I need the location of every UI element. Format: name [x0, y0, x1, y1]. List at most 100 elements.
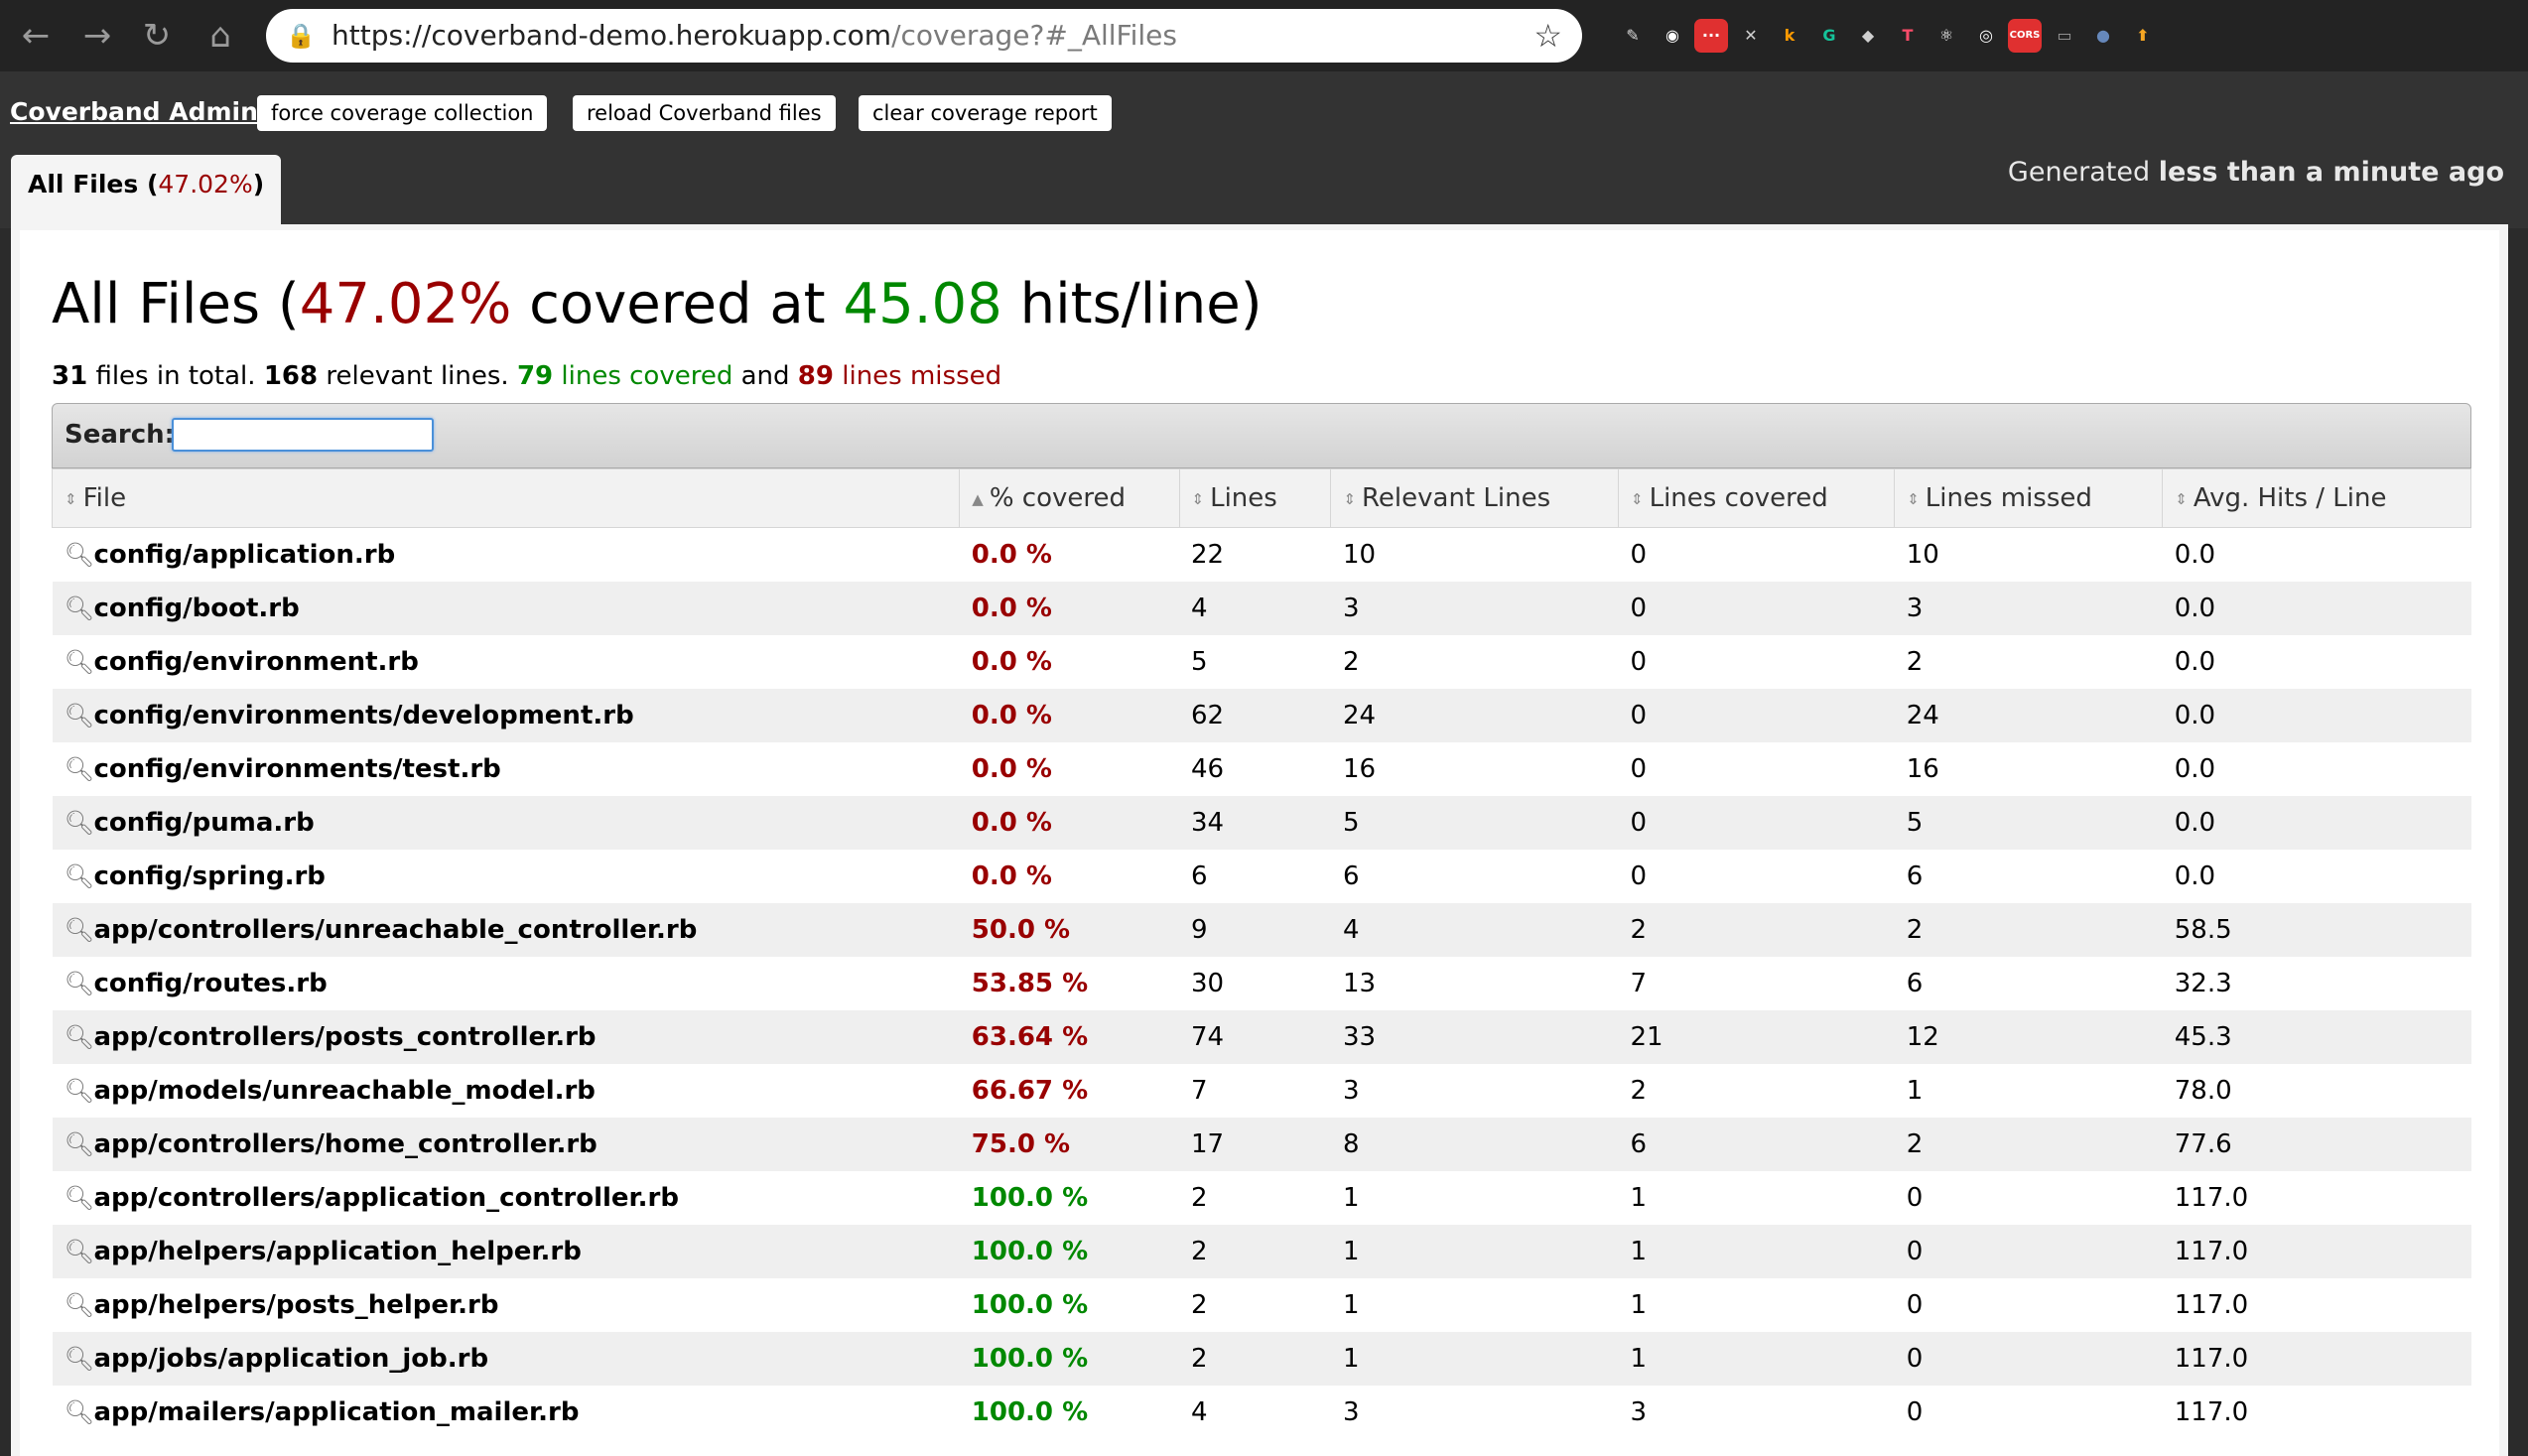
back-arrow-icon[interactable]: ←: [14, 14, 58, 58]
file-link[interactable]: app/models/unreachable_model.rb: [94, 1076, 596, 1106]
cell-lines: 30: [1179, 957, 1331, 1010]
column-header-file-label: File: [82, 483, 127, 513]
table-row: 🔍︎config/routes.rb 53.85 % 30 13 7 6 32.3: [52, 957, 2471, 1010]
extension-icon-2[interactable]: ◉: [1656, 19, 1689, 53]
file-link[interactable]: app/jobs/application_job.rb: [94, 1344, 489, 1374]
cell-avg: 78.0: [2162, 1064, 2471, 1118]
cell-covered: 0: [1618, 850, 1895, 903]
home-icon[interactable]: ⌂: [199, 14, 242, 58]
cell-file: 🔍︎config/spring.rb: [52, 850, 960, 903]
extension-icon-6[interactable]: G: [1812, 19, 1846, 53]
cell-covered: 1: [1618, 1225, 1895, 1278]
column-header-lines-missed[interactable]: ⇕ Lines missed: [1894, 468, 2164, 528]
cell-avg: 77.6: [2162, 1118, 2471, 1171]
cell-pct: 0.0 %: [959, 689, 1180, 742]
column-header-percent-covered[interactable]: ▲ % covered: [959, 468, 1180, 528]
cell-covered: 3: [1618, 1386, 1895, 1439]
file-link[interactable]: config/routes.rb: [94, 969, 328, 998]
cell-avg: 117.0: [2162, 1225, 2471, 1278]
file-link[interactable]: app/controllers/application_controller.r…: [94, 1183, 679, 1213]
column-header-relevant-lines[interactable]: ⇕ Relevant Lines: [1330, 468, 1619, 528]
extension-icon-7[interactable]: ◆: [1851, 19, 1885, 53]
cell-file: 🔍︎app/helpers/application_helper.rb: [52, 1225, 960, 1278]
extension-icon-3[interactable]: ···: [1694, 19, 1728, 53]
page-title: All Files (47.02% covered at 45.08 hits/…: [52, 272, 1263, 336]
column-header-avg-hits[interactable]: ⇕ Avg. Hits / Line: [2162, 468, 2471, 528]
summary-missed-count: 89: [797, 361, 834, 391]
file-link[interactable]: app/helpers/posts_helper.rb: [94, 1290, 499, 1320]
clear-coverage-report-button[interactable]: clear coverage report: [859, 95, 1112, 131]
cell-avg: 0.0: [2162, 635, 2471, 689]
column-header-file[interactable]: ⇕ File: [51, 468, 961, 528]
extension-icon-14[interactable]: ⬆: [2126, 19, 2160, 53]
cell-relevant: 3: [1330, 1064, 1619, 1118]
cell-pct: 0.0 %: [959, 742, 1180, 796]
file-link[interactable]: app/controllers/posts_controller.rb: [94, 1022, 597, 1052]
extension-icon-8[interactable]: T: [1891, 19, 1925, 53]
address-bar-url[interactable]: https://coverband-demo.herokuapp.com/cov…: [332, 9, 1177, 63]
file-link[interactable]: config/puma.rb: [94, 808, 315, 838]
files-table: ⇕ File ▲% covered ⇕ Lines ⇕ Relevant Lines …: [51, 468, 2471, 1439]
file-link[interactable]: app/mailers/application_mailer.rb: [94, 1397, 580, 1427]
cell-avg: 117.0: [2162, 1171, 2471, 1225]
report-sheet: All Files (47.02% covered at 45.08 hits/…: [20, 230, 2499, 1456]
coverband-header: Coverband Admin force coverage collectio…: [0, 71, 2528, 228]
cell-pct: 50.0 %: [959, 903, 1180, 957]
cell-file: 🔍︎config/boot.rb: [52, 582, 960, 635]
force-coverage-collection-button[interactable]: force coverage collection: [257, 95, 548, 131]
files-table-body: 🔍︎config/application.rb 0.0 % 22 10 0 10 0.0 🔍︎…: [52, 527, 2471, 1439]
magnifier-icon: 🔍︎: [64, 702, 94, 729]
tab-all-files[interactable]: All Files (47.02%): [11, 155, 282, 228]
table-row: 🔍︎app/helpers/application_helper.rb 100.0…: [52, 1225, 2471, 1278]
table-row: 🔍︎config/environments/test.rb 0.0 % 46 16 0 1…: [52, 742, 2471, 796]
title-hits-per-line: 45.08: [843, 272, 1002, 336]
extension-icon-5[interactable]: k: [1773, 19, 1806, 53]
coverage-summary: 31 files in total. 168 relevant lines. 7…: [52, 361, 1001, 391]
title-text: All Files: [52, 272, 261, 336]
bookmark-star-icon[interactable]: ☆: [1533, 9, 1562, 63]
address-bar[interactable]: 🔒 https://coverband-demo.herokuapp.com/c…: [266, 9, 1582, 63]
table-row: 🔍︎app/mailers/application_mailer.rb 100.0…: [52, 1386, 2471, 1439]
cell-file: 🔍︎app/jobs/application_job.rb: [52, 1332, 960, 1386]
magnifier-icon: 🔍︎: [64, 1184, 94, 1212]
cell-lines: 34: [1179, 796, 1331, 850]
file-link[interactable]: app/controllers/unreachable_controller.r…: [94, 915, 698, 945]
extension-icon-4[interactable]: ✕: [1734, 19, 1768, 53]
file-link[interactable]: config/application.rb: [94, 540, 396, 570]
forward-arrow-icon[interactable]: →: [75, 14, 119, 58]
reload-icon[interactable]: ↻: [135, 14, 179, 58]
cell-pct: 100.0 %: [959, 1278, 1180, 1332]
file-link[interactable]: config/environments/test.rb: [94, 754, 501, 784]
cell-missed: 0: [1894, 1278, 2163, 1332]
file-link[interactable]: config/boot.rb: [94, 594, 300, 623]
extension-icon-10[interactable]: ◎: [1969, 19, 2003, 53]
generated-prefix: Generated: [2007, 157, 2151, 188]
cell-lines: 62: [1179, 689, 1331, 742]
extension-icon-13[interactable]: ●: [2086, 19, 2120, 53]
search-input[interactable]: [172, 418, 434, 452]
cell-relevant: 16: [1330, 742, 1619, 796]
column-header-lines[interactable]: ⇕ Lines: [1178, 468, 1332, 528]
table-row: 🔍︎config/boot.rb 0.0 % 4 3 0 3 0.0: [52, 582, 2471, 635]
cell-file: 🔍︎config/environment.rb: [52, 635, 960, 689]
coverband-admin-link[interactable]: Coverband Admin: [10, 97, 258, 126]
column-header-lines-covered[interactable]: ⇕ Lines covered: [1617, 468, 1896, 528]
cell-relevant: 1: [1330, 1278, 1619, 1332]
extension-icon-9[interactable]: ⚛: [1929, 19, 1963, 53]
file-link[interactable]: config/environments/development.rb: [94, 701, 634, 730]
file-link[interactable]: config/environment.rb: [94, 647, 419, 677]
cell-avg: 58.5: [2162, 903, 2471, 957]
cell-avg: 117.0: [2162, 1386, 2471, 1439]
cell-pct: 100.0 %: [959, 1225, 1180, 1278]
column-header-relevant-lines-label: Relevant Lines: [1362, 483, 1551, 513]
extension-icon-12[interactable]: ▭: [2048, 19, 2081, 53]
file-link[interactable]: app/helpers/application_helper.rb: [94, 1237, 582, 1266]
cell-lines: 2: [1179, 1332, 1331, 1386]
extension-icon-11[interactable]: CORS: [2008, 19, 2042, 53]
cell-file: 🔍︎app/mailers/application_mailer.rb: [52, 1386, 960, 1439]
reload-coverband-files-button[interactable]: reload Coverband files: [573, 95, 836, 131]
cell-file: 🔍︎app/controllers/application_controller…: [52, 1171, 960, 1225]
extension-icon-1[interactable]: ✎: [1616, 19, 1650, 53]
file-link[interactable]: app/controllers/home_controller.rb: [94, 1129, 598, 1159]
file-link[interactable]: config/spring.rb: [94, 861, 326, 891]
